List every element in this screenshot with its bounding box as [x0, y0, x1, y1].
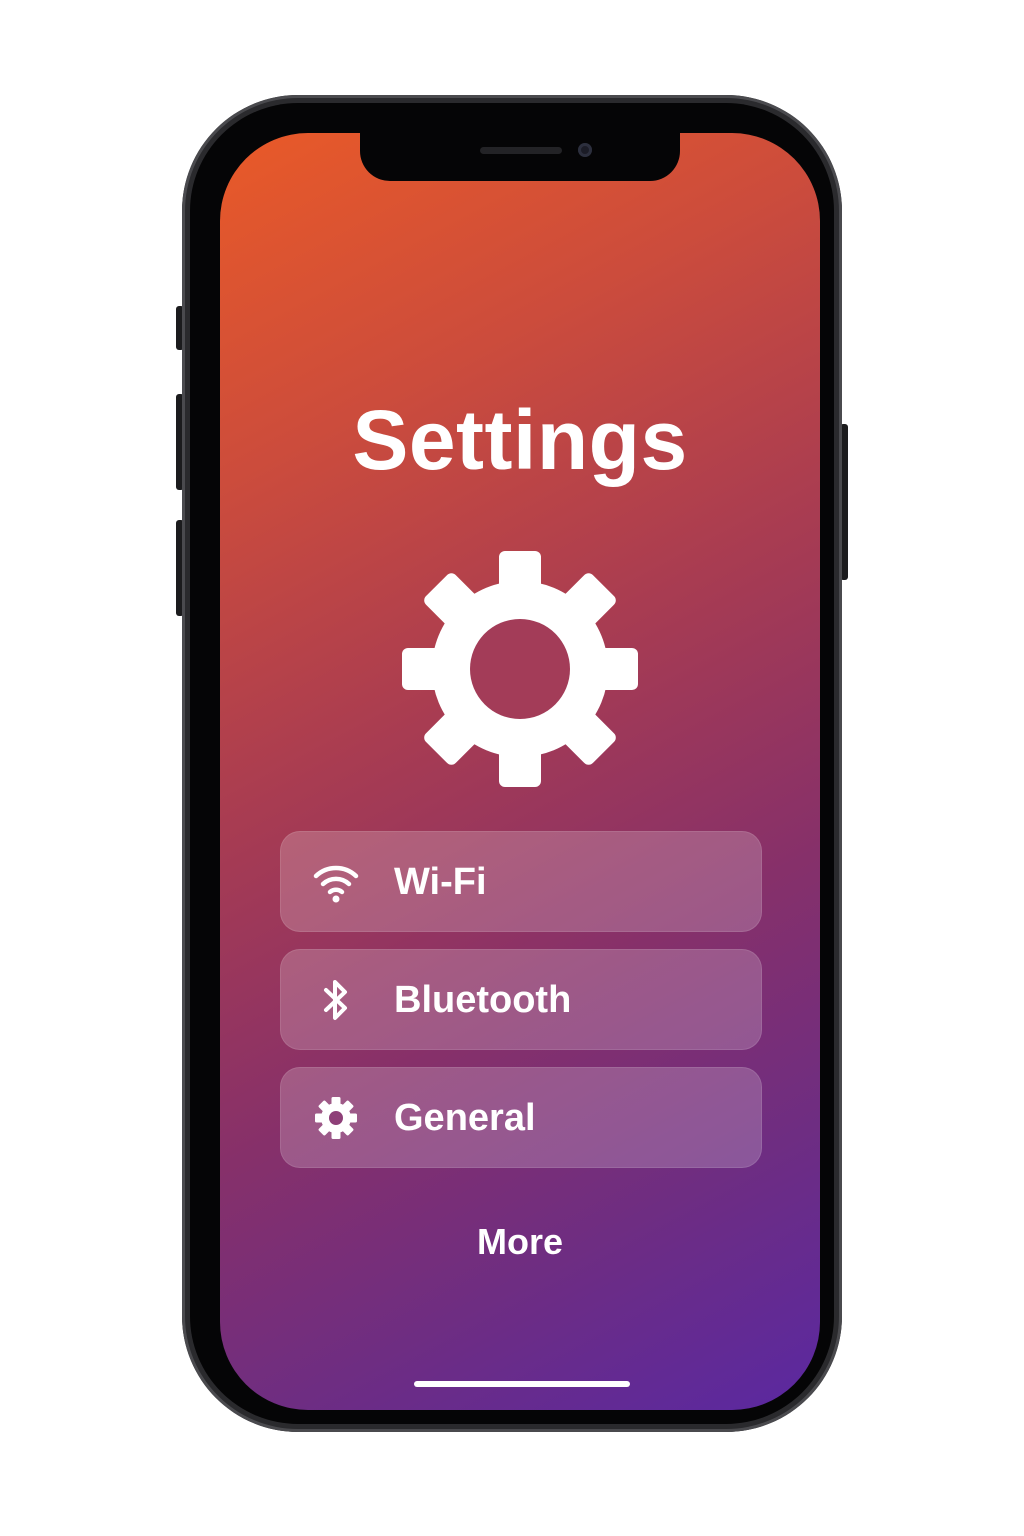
menu-item-bluetooth[interactable]: Bluetooth	[280, 949, 762, 1050]
home-indicator[interactable]	[414, 1381, 630, 1387]
wifi-icon	[313, 865, 359, 903]
settings-menu: Wi-Fi Bluetooth General	[280, 831, 762, 1185]
menu-item-general[interactable]: General	[280, 1067, 762, 1168]
phone-frame: Settings Wi-Fi Bluetooth General More	[182, 95, 842, 1432]
menu-item-label: General	[394, 1097, 536, 1139]
phone-screen: Settings Wi-Fi Bluetooth General More	[220, 133, 820, 1410]
phone-bezel: Settings Wi-Fi Bluetooth General More	[190, 103, 834, 1424]
front-camera	[578, 143, 592, 157]
menu-item-label: Wi-Fi	[394, 861, 487, 903]
gear-icon	[402, 551, 638, 787]
menu-item-wifi[interactable]: Wi-Fi	[280, 831, 762, 932]
gear-icon	[315, 1097, 357, 1139]
bluetooth-icon	[324, 980, 347, 1020]
earpiece-speaker	[480, 147, 562, 154]
device-mockup: Settings Wi-Fi Bluetooth General More	[0, 0, 1024, 1536]
notch	[360, 133, 680, 181]
more-button[interactable]: More	[420, 1221, 620, 1263]
page-title: Settings	[352, 393, 688, 487]
menu-item-label: Bluetooth	[394, 979, 572, 1021]
